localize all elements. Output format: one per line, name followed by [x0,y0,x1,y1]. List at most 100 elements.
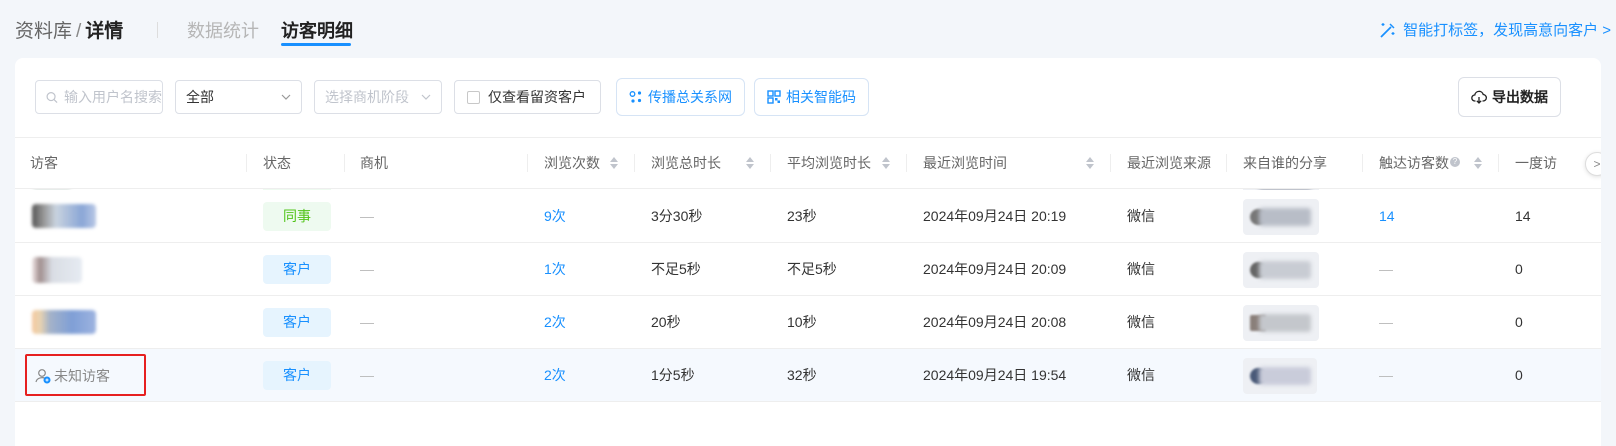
cloud-download-icon [1471,90,1487,104]
opportunity-cell: — [360,261,374,277]
sort-icon[interactable] [610,157,618,169]
view-count-link[interactable]: 2次 [544,349,566,402]
help-icon[interactable]: ? [1450,157,1460,167]
visitor-type-value: 全部 [186,89,214,105]
active-tab-indicator [281,43,351,46]
qr-code-icon [767,90,781,104]
search-placeholder: 输入用户名搜索 [64,89,162,105]
visitor-type-select[interactable]: 全部 [175,80,302,114]
col-opportunity: 商机 [360,155,388,171]
network-button-label: 传播总关系网 [648,89,732,105]
col-reach-count-label: 触达访客数 [1379,155,1449,171]
col-shared-by: 来自谁的分享 [1243,155,1327,171]
last-view-time-cell: 2024年09月24日 20:09 [923,261,1067,277]
network-icon [629,91,642,103]
opportunity-cell: — [360,314,374,330]
sort-icon[interactable] [746,157,754,169]
smart-tag-label: 智能打标签，发现高意向客户 > [1403,22,1611,39]
first-degree-cell: 14 [1515,208,1531,224]
last-view-time-cell: 2024年09月24日 19:54 [923,367,1067,383]
search-input[interactable]: 输入用户名搜索 [35,80,163,114]
export-label: 导出数据 [1492,89,1548,105]
reach-count-link[interactable]: 14 [1379,190,1395,243]
table-row[interactable]: 客户 — 2次 20秒 10秒 2024年09月24日 20:08 微信 — 0 [15,296,1601,349]
col-view-count[interactable]: 浏览次数 [544,138,600,189]
status-badge: 客户 [263,255,331,284]
sort-icon[interactable] [882,157,890,169]
top-bar: 资料库 / 详情 数据统计 访客明细 智能打标签，发现高意向客户 > [0,0,1616,58]
stage-placeholder: 选择商机阶段 [325,89,409,105]
smart-code-label: 相关智能码 [786,89,856,105]
last-view-time-cell: 2024年09月24日 20:19 [923,208,1067,224]
status-badge: 同事 [263,202,331,231]
reach-count-cell: — [1379,314,1393,330]
sharer-avatar[interactable] [1243,305,1319,341]
relationship-network-button[interactable]: 传播总关系网 [616,78,745,116]
sort-icon[interactable] [1086,157,1094,169]
column-divider [906,154,907,172]
scroll-right-button[interactable]: > [1585,152,1601,176]
checkbox-box[interactable] [467,90,480,104]
col-avg-duration[interactable]: 平均浏览时长 [787,138,871,189]
status-badge: 客户 [263,308,331,337]
col-last-view-time[interactable]: 最近浏览时间 [923,138,1007,189]
first-degree-cell: 0 [1515,367,1523,383]
table-row[interactable]: 未知访客 客户 — 2次 1分5秒 32秒 2024年09月24日 19:54 … [15,349,1601,402]
opportunity-cell: — [360,367,374,383]
smart-code-button[interactable]: 相关智能码 [754,78,869,116]
breadcrumb-separator: / [76,21,82,42]
only-leads-checkbox[interactable]: 仅查看留资客户 [454,80,601,114]
status-badge: 客户 [263,361,331,390]
sort-icon[interactable] [1474,157,1482,169]
export-data-button[interactable]: 导出数据 [1458,77,1561,117]
view-count-link[interactable]: 9次 [544,190,566,243]
table-header: 访客 状态 商机 浏览次数 浏览总时长 平均浏览时长 最近浏览时间 最近浏览来源… [15,138,1601,189]
reach-count-cell: — [1379,261,1393,277]
column-divider [1110,154,1111,172]
visitor-detail-card: 输入用户名搜索 全部 选择商机阶段 仅查看留资客户 传播总关系网 相关智能码 导… [15,58,1601,446]
view-count-link[interactable]: 1次 [544,243,566,296]
column-divider [634,154,635,172]
avatar[interactable] [32,257,82,283]
source-cell: 微信 [1127,261,1155,277]
col-total-duration[interactable]: 浏览总时长 [651,138,721,189]
breadcrumb-library[interactable]: 资料库 [15,21,72,42]
column-divider [527,154,528,172]
magic-wand-icon [1380,22,1395,38]
source-cell: 微信 [1127,367,1155,383]
source-cell: 微信 [1127,314,1155,330]
sharer-avatar[interactable] [1243,358,1317,394]
sharer-avatar[interactable] [1243,199,1319,235]
table-row[interactable]: 同事 — 9次 3分30秒 23秒 2024年09月24日 20:19 微信 1… [15,190,1601,243]
column-divider [344,154,345,172]
column-divider [1226,154,1227,172]
breadcrumb: 资料库 / 详情 [15,16,123,43]
chevron-down-icon [281,94,291,100]
sharer-avatar[interactable] [1243,252,1319,288]
smart-tag-link[interactable]: 智能打标签，发现高意向客户 > [1379,19,1611,40]
search-icon [46,91,58,103]
last-view-time-cell: 2024年09月24日 20:08 [923,314,1067,330]
first-degree-cell: 0 [1515,261,1523,277]
column-divider [1498,154,1499,172]
filter-toolbar: 输入用户名搜索 全部 选择商机阶段 仅查看留资客户 传播总关系网 相关智能码 导… [15,58,1601,138]
source-cell: 微信 [1127,208,1155,224]
col-reach-count[interactable]: 触达访客数? [1379,138,1460,189]
tab-visitor-detail[interactable]: 访客明细 [281,17,353,43]
table-row[interactable]: 客户 — 1次 不足5秒 不足5秒 2024年09月24日 20:09 微信 —… [15,243,1601,296]
only-leads-label: 仅查看留资客户 [488,89,586,105]
avatar[interactable] [32,204,96,228]
avg-duration-cell: 32秒 [787,367,817,383]
col-status: 状态 [263,155,291,171]
first-degree-cell: 0 [1515,314,1523,330]
opportunity-stage-select[interactable]: 选择商机阶段 [314,80,442,114]
tab-data-stats[interactable]: 数据统计 [187,17,259,43]
total-duration-cell: 20秒 [651,314,681,330]
highlight-box [25,354,146,396]
col-first-degree: 一度访 [1515,155,1557,171]
avg-duration-cell: 不足5秒 [787,261,837,277]
avatar[interactable] [32,310,96,334]
column-divider [770,154,771,172]
column-divider [246,154,247,172]
view-count-link[interactable]: 2次 [544,296,566,349]
